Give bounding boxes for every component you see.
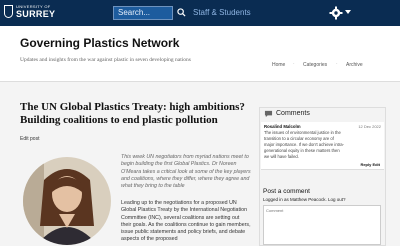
comment-reply-edit-link[interactable]: Reply Edit xyxy=(360,162,380,167)
comment-input[interactable] xyxy=(263,205,381,245)
comment-author[interactable]: Rosalind Malcolm xyxy=(264,124,301,129)
post-title: The UN Global Plastics Treaty: high ambi… xyxy=(20,101,245,126)
gear-icon[interactable] xyxy=(329,6,343,20)
search-input[interactable]: Search... xyxy=(113,6,173,20)
comments-heading: Comments xyxy=(276,110,310,117)
post-body: Leading up to the negotiations for a pro… xyxy=(121,200,251,243)
nav-archive[interactable]: Archive xyxy=(346,62,363,68)
post-comment-heading: Post a comment xyxy=(263,188,310,195)
nav-home[interactable]: Home xyxy=(272,62,285,68)
comments-panel: Comments Rosalind Malcolm 12 Dec 2022 Th… xyxy=(259,107,386,246)
site-header: Governing Plastics Network Updates and i… xyxy=(0,26,400,82)
top-navigation-bar: UNIVERSITY OF SURREY Search... Staff & S… xyxy=(0,0,400,26)
edit-post-link[interactable]: Edit post xyxy=(20,136,39,142)
comments-header: Comments xyxy=(260,108,385,120)
crest-icon xyxy=(4,5,13,18)
nav-separator: · xyxy=(336,61,338,67)
nav-separator: · xyxy=(293,61,295,67)
university-logo[interactable]: UNIVERSITY OF SURREY xyxy=(4,3,56,23)
staff-students-link[interactable]: Staff & Students xyxy=(193,8,251,18)
comment-item: Rosalind Malcolm 12 Dec 2022 The issues … xyxy=(261,122,384,170)
comment-text: The issues of environmental justice in t… xyxy=(264,130,344,159)
speech-bubble-icon xyxy=(264,110,273,118)
comment-date[interactable]: 12 Dec 2022 xyxy=(358,124,381,129)
nav-categories[interactable]: Categories xyxy=(303,62,327,68)
post-intro: This week UN negotiators from myriad nat… xyxy=(121,154,251,190)
logo-line2: SURREY xyxy=(16,9,56,19)
site-title[interactable]: Governing Plastics Network xyxy=(20,36,179,50)
chevron-down-icon[interactable] xyxy=(345,10,351,14)
search-icon[interactable] xyxy=(177,8,186,17)
author-photo xyxy=(23,157,111,245)
logged-in-text[interactable]: Logged in as Matthew Peacock. Log out? xyxy=(263,197,346,202)
site-tagline: Updates and insights from the war agains… xyxy=(20,57,191,63)
